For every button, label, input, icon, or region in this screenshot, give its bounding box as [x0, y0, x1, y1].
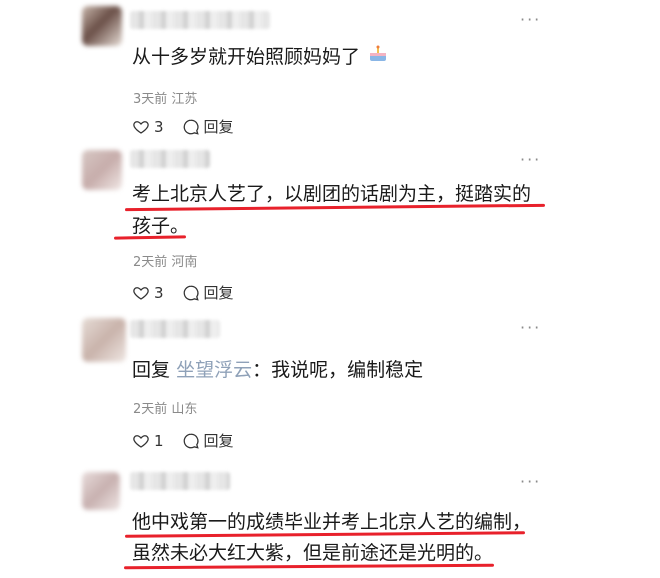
username-blurred[interactable]: [130, 320, 220, 338]
comment-text-line: 从十多岁就开始照顾妈妈了: [132, 46, 361, 68]
comment-meta: 2天前 山东: [133, 402, 198, 417]
username-blurred[interactable]: [130, 11, 270, 29]
reply-to-user[interactable]: 坐望浮云: [176, 359, 252, 381]
like-button[interactable]: 3: [132, 118, 164, 136]
comment-actions: 3 回复: [132, 116, 252, 137]
reply-bubble-icon: [183, 285, 199, 301]
cake-emoji-icon: [368, 41, 388, 75]
comment-actions: 1 回复: [132, 430, 252, 451]
like-count: 1: [154, 431, 164, 450]
more-icon[interactable]: ···: [520, 472, 541, 491]
like-count: 3: [154, 117, 164, 136]
more-icon[interactable]: ···: [520, 10, 541, 29]
reply-bubble-icon: [183, 119, 199, 135]
reply-label: 回复: [203, 284, 234, 302]
reply-button[interactable]: 回复: [182, 282, 234, 303]
heart-icon: [133, 120, 149, 134]
username-blurred[interactable]: [130, 150, 210, 168]
reply-bubble-icon: [183, 433, 199, 449]
avatar[interactable]: [82, 318, 126, 362]
reply-button[interactable]: 回复: [182, 116, 234, 137]
avatar[interactable]: [82, 6, 122, 46]
heart-icon: [133, 286, 149, 300]
like-button[interactable]: 3: [132, 284, 164, 302]
comment-meta: 3天前 江苏: [133, 92, 198, 107]
avatar[interactable]: [82, 472, 120, 510]
reply-button[interactable]: 回复: [182, 430, 234, 451]
comment-text: 从十多岁就开始照顾妈妈了: [132, 40, 388, 75]
username-blurred[interactable]: [130, 472, 230, 490]
comment-text: 回复 坐望浮云：我说呢，编制稳定: [132, 353, 423, 387]
more-icon[interactable]: ···: [520, 150, 541, 169]
heart-icon: [133, 434, 149, 448]
like-button[interactable]: 1: [132, 432, 164, 450]
like-count: 3: [154, 283, 164, 302]
avatar[interactable]: [82, 150, 122, 190]
more-icon[interactable]: ···: [520, 318, 541, 337]
comment-actions: 3 回复: [132, 282, 252, 303]
comment-meta: 2天前 河南: [133, 255, 198, 270]
reply-label: 回复: [203, 432, 234, 450]
reply-label: 回复: [203, 118, 234, 136]
reply-text: ：我说呢，编制稳定: [252, 359, 424, 381]
reply-prefix: 回复: [132, 359, 171, 381]
